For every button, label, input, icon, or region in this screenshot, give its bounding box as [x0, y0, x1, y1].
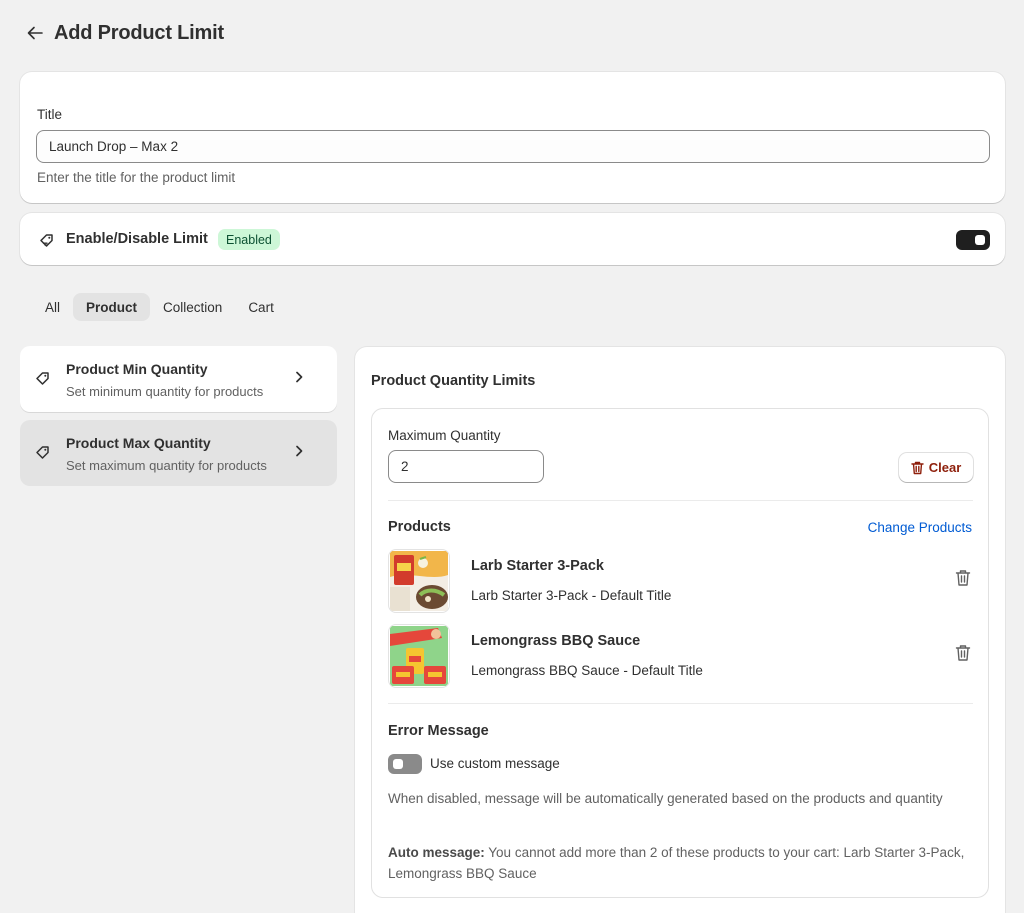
tab-product[interactable]: Product [73, 293, 151, 321]
rule-item-min-quantity[interactable]: Product Min Quantity Set minimum quantit… [20, 346, 337, 412]
chevron-right-icon [296, 445, 303, 457]
products-title: Products [388, 519, 451, 535]
product-variant: Lemongrass BBQ Sauce - Default Title [471, 663, 703, 678]
title-label: Title [37, 107, 63, 122]
remove-product-trash-icon[interactable] [955, 644, 971, 662]
back-button[interactable] [26, 24, 44, 42]
status-badge: Enabled [218, 229, 280, 250]
limit-type-tabs: All Product Collection Cart [36, 293, 287, 321]
auto-message-label: Auto message: [388, 845, 485, 860]
page-title: Add Product Limit [54, 21, 224, 44]
enable-limit-toggle[interactable] [956, 230, 990, 250]
toggle-knob [975, 235, 985, 245]
limits-inner-card: Maximum Quantity Clear Products Change P… [371, 408, 989, 898]
rule-title: Product Max Quantity [66, 435, 211, 451]
title-card: Title Enter the title for the product li… [20, 72, 1005, 203]
error-message-title: Error Message [388, 723, 489, 739]
product-image-larb [390, 551, 448, 611]
enable-limit-label: Enable/Disable Limit [66, 231, 208, 247]
rule-description: Set minimum quantity for products [66, 384, 264, 399]
page-header: Add Product Limit [26, 18, 224, 48]
product-variant: Larb Starter 3-Pack - Default Title [471, 588, 672, 603]
product-name: Larb Starter 3-Pack [471, 558, 604, 574]
product-thumbnail [388, 624, 450, 688]
clear-button-label: Clear [928, 460, 962, 475]
remove-product-trash-icon[interactable] [955, 569, 971, 587]
tag-icon [36, 446, 49, 459]
product-image-bbq-sauce [390, 626, 448, 686]
max-quantity-label: Maximum Quantity [388, 428, 501, 443]
product-thumbnail [388, 549, 450, 613]
clear-button[interactable]: Clear [899, 453, 973, 482]
title-input[interactable] [36, 130, 990, 163]
rule-description: Set maximum quantity for products [66, 458, 267, 473]
product-quantity-limits-card: Product Quantity Limits Maximum Quantity… [355, 347, 1005, 913]
divider [388, 703, 973, 704]
tag-icon [40, 234, 53, 247]
product-row: Lemongrass BBQ Sauce Lemongrass BBQ Sauc… [388, 624, 973, 688]
title-help-text: Enter the title for the product limit [37, 170, 236, 185]
error-help-text: When disabled, message will be automatic… [388, 791, 943, 806]
chevron-right-icon [296, 371, 303, 383]
toggle-knob [393, 759, 403, 769]
rule-title: Product Min Quantity [66, 361, 208, 377]
rule-item-max-quantity[interactable]: Product Max Quantity Set maximum quantit… [20, 420, 337, 486]
tab-cart[interactable]: Cart [235, 293, 287, 321]
trash-icon [911, 461, 924, 474]
limits-title: Product Quantity Limits [371, 373, 536, 389]
change-products-link[interactable]: Change Products [868, 520, 972, 535]
tag-icon [36, 372, 49, 385]
auto-message: Auto message: You cannot add more than 2… [388, 842, 973, 884]
arrow-left-icon [27, 26, 43, 40]
max-quantity-input[interactable] [388, 450, 544, 483]
enable-limit-card: Enable/Disable Limit Enabled [20, 213, 1005, 265]
divider [388, 500, 973, 501]
custom-message-toggle[interactable] [388, 754, 422, 774]
product-name: Lemongrass BBQ Sauce [471, 633, 641, 649]
tab-all[interactable]: All [36, 293, 73, 321]
product-row: Larb Starter 3-Pack Larb Starter 3-Pack … [388, 549, 973, 613]
custom-message-label: Use custom message [430, 756, 560, 771]
tab-collection[interactable]: Collection [150, 293, 235, 321]
